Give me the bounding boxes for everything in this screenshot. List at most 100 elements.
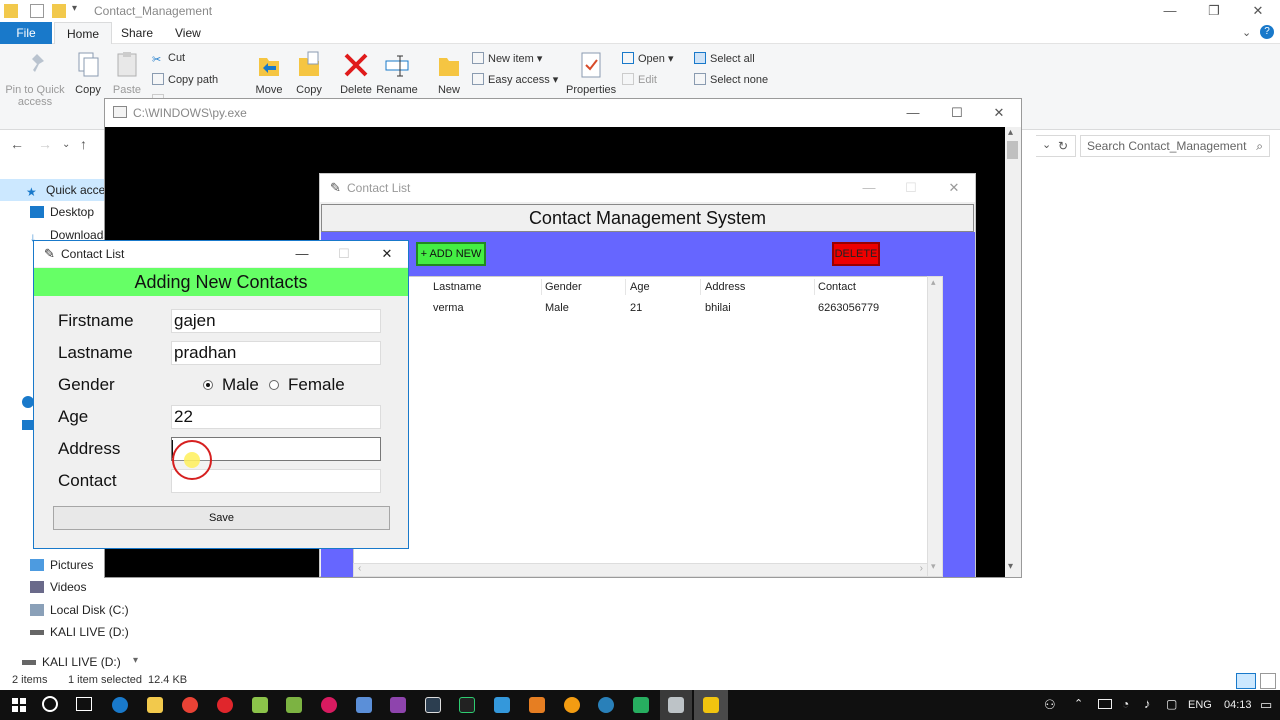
task-view-icon[interactable] <box>76 697 92 711</box>
pycharm-icon[interactable] <box>459 697 475 713</box>
main-minimize-icon[interactable]: — <box>847 177 891 199</box>
nav-kali-live-2[interactable]: KALI LIVE (D:) <box>22 655 121 669</box>
rename-button[interactable]: Rename <box>376 50 418 96</box>
file-explorer-taskbar-icon[interactable] <box>147 697 163 713</box>
tab-file[interactable]: File <box>0 22 52 44</box>
properties-quick-icon[interactable] <box>30 4 44 18</box>
nav-pictures[interactable]: Pictures <box>30 558 93 572</box>
app-icon-cube[interactable] <box>356 697 372 713</box>
address-bar-dropdown[interactable]: ⌄ ↻ <box>1036 135 1076 157</box>
console-minimize-icon[interactable]: — <box>891 102 935 124</box>
main-close-icon[interactable]: ✕ <box>932 177 976 199</box>
expand-ribbon-icon[interactable]: ⌄ <box>1242 26 1251 39</box>
notepad-plus-icon[interactable] <box>252 697 268 713</box>
firstname-field[interactable] <box>171 309 381 333</box>
tab-share[interactable]: Share <box>109 22 165 44</box>
android-icon[interactable] <box>286 697 302 713</box>
tab-view[interactable]: View <box>163 22 213 44</box>
edge-icon[interactable] <box>112 697 128 713</box>
copy-to-button[interactable]: Copy <box>294 50 324 96</box>
python-icon[interactable] <box>703 697 719 713</box>
customize-quick-access-icon[interactable]: ▾ <box>72 3 77 14</box>
nav-videos[interactable]: Videos <box>30 580 86 594</box>
nav-kali-live-1[interactable]: KALI LIVE (D:) <box>30 625 129 639</box>
table-vertical-scrollbar[interactable]: ▴ ▾ <box>927 276 943 577</box>
opera-icon[interactable] <box>217 697 233 713</box>
gender-male-radio[interactable] <box>203 380 213 390</box>
app-icon-yellow[interactable] <box>564 697 580 713</box>
column-header-contact[interactable]: Contact <box>818 281 856 293</box>
minimize-icon[interactable]: — <box>1148 0 1192 22</box>
dialog-maximize-icon[interactable]: ☐ <box>322 243 366 265</box>
paste-button[interactable]: Paste <box>112 50 142 96</box>
close-icon[interactable]: ✕ <box>1236 0 1280 22</box>
scroll-thumb[interactable] <box>1007 141 1018 159</box>
lastname-field[interactable] <box>171 341 381 365</box>
windows-start-icon[interactable] <box>12 698 26 712</box>
column-header-gender[interactable]: Gender <box>545 281 582 293</box>
scroll-up-icon[interactable]: ▴ <box>931 277 936 288</box>
app-icon-orange[interactable] <box>529 697 545 713</box>
gender-female-radio[interactable] <box>269 380 279 390</box>
search-input[interactable]: Search Contact_Management ⌕ <box>1080 135 1270 157</box>
cortana-icon[interactable] <box>42 696 58 712</box>
forward-arrow-icon[interactable]: → <box>38 136 52 152</box>
app-icon-gray[interactable] <box>668 697 684 713</box>
chrome-icon[interactable] <box>182 697 198 713</box>
scroll-up-icon[interactable]: ▴ <box>1008 127 1013 138</box>
app-icon-pink[interactable] <box>321 697 337 713</box>
properties-button[interactable]: Properties <box>566 50 616 96</box>
select-all-button[interactable]: Select all <box>694 52 755 65</box>
battery-icon[interactable] <box>1098 699 1112 709</box>
visual-studio-icon[interactable] <box>390 697 406 713</box>
refresh-icon[interactable]: ↻ <box>1058 139 1068 153</box>
up-arrow-icon[interactable]: ↑ <box>80 136 87 152</box>
column-header-address[interactable]: Address <box>705 281 745 293</box>
dialog-close-icon[interactable]: ✕ <box>365 243 409 265</box>
dialog-minimize-icon[interactable]: — <box>280 243 324 265</box>
pin-to-quick-access-button[interactable]: Pin to Quick access <box>4 50 70 108</box>
action-center-icon[interactable]: ▭ <box>1260 697 1272 713</box>
copy-path-button[interactable]: Copy path <box>152 73 218 86</box>
select-none-button[interactable]: Select none <box>694 73 768 86</box>
table-horizontal-scrollbar[interactable]: ‹ › <box>353 563 928 577</box>
back-arrow-icon[interactable]: ← <box>10 136 24 152</box>
network-icon[interactable]: ◔ <box>1122 697 1129 711</box>
save-button[interactable]: Save <box>53 506 390 530</box>
nav-scroll-down-icon[interactable]: ▾ <box>133 655 138 666</box>
app-icon-discord[interactable] <box>598 697 614 713</box>
nav-desktop[interactable]: Desktop <box>30 205 94 219</box>
details-view-icon[interactable] <box>1236 673 1256 689</box>
console-scrollbar[interactable]: ▴ ▾ <box>1005 127 1021 577</box>
column-header-lastname[interactable]: Lastname <box>433 281 481 293</box>
large-icons-view-icon[interactable] <box>1260 673 1276 689</box>
easy-access-button[interactable]: Easy access ▾ <box>472 73 558 86</box>
nav-local-disk[interactable]: Local Disk (C:) <box>30 603 129 617</box>
console-maximize-icon[interactable]: ☐ <box>935 102 979 124</box>
new-item-button[interactable]: New item ▾ <box>472 52 542 65</box>
open-button[interactable]: Open ▾ <box>622 52 674 65</box>
copy-button[interactable]: Copy <box>74 50 102 96</box>
delete-button[interactable]: DELETE <box>832 242 880 266</box>
main-maximize-icon[interactable]: ☐ <box>889 177 933 199</box>
recent-locations-icon[interactable]: ⌄ <box>62 139 70 150</box>
people-icon[interactable]: ⚇ <box>1044 697 1056 713</box>
move-to-button[interactable]: Move <box>254 50 284 96</box>
app-icon-blue[interactable] <box>494 697 510 713</box>
clock[interactable]: 04:13 <box>1224 699 1252 711</box>
new-folder-quick-icon[interactable] <box>52 4 66 18</box>
powershell-icon[interactable] <box>425 697 441 713</box>
edit-button[interactable]: Edit <box>622 73 657 86</box>
age-field[interactable] <box>171 405 381 429</box>
new-folder-button[interactable]: New <box>434 50 464 96</box>
notification-app-icon[interactable]: ▢ <box>1166 697 1177 711</box>
scroll-left-icon[interactable]: ‹ <box>358 563 361 574</box>
restore-icon[interactable]: ❐ <box>1192 0 1236 22</box>
show-hidden-icons[interactable]: ⌃ <box>1074 697 1083 710</box>
language-indicator[interactable]: ENG <box>1188 699 1212 711</box>
scroll-down-icon[interactable]: ▾ <box>931 561 936 572</box>
help-icon[interactable]: ? <box>1260 25 1274 39</box>
scroll-right-icon[interactable]: › <box>920 563 923 574</box>
cut-button[interactable]: ✂ Cut <box>152 52 185 66</box>
console-close-icon[interactable]: ✕ <box>977 102 1021 124</box>
